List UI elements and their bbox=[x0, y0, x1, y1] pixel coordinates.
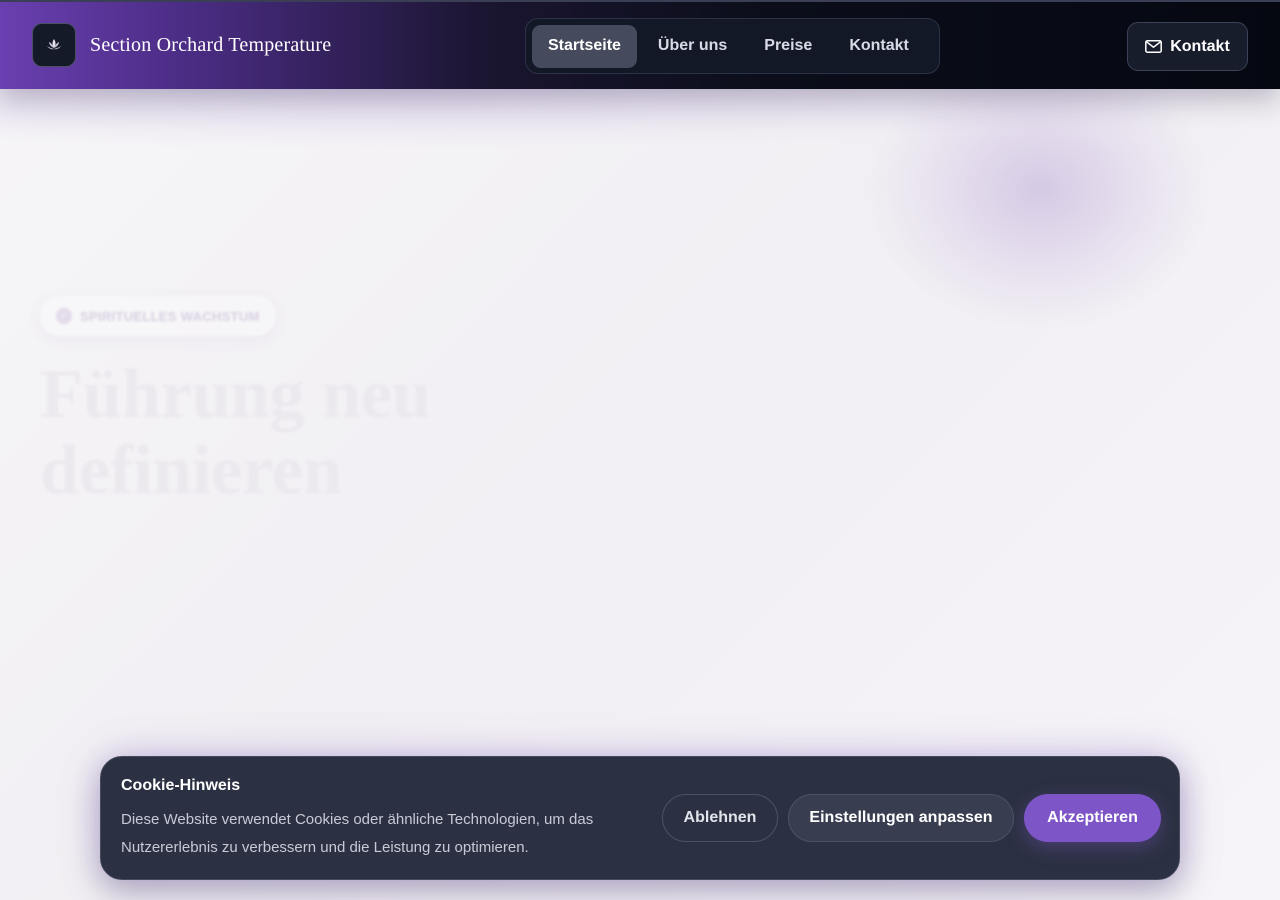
hero-title-line2: definieren bbox=[40, 432, 343, 509]
settings-button[interactable]: Einstellungen anpassen bbox=[788, 794, 1014, 842]
nav-item-kontakt[interactable]: Kontakt bbox=[833, 25, 925, 68]
hero-badge-label: SPIRITUELLES WACHSTUM bbox=[80, 308, 260, 324]
hero-title-line1: Führung neu bbox=[40, 356, 431, 433]
hero-glow-orb bbox=[870, 89, 1210, 329]
cookie-banner: Cookie-Hinweis Diese Website verwendet C… bbox=[100, 756, 1180, 880]
brand-name[interactable]: Section Orchard Temperature bbox=[90, 34, 331, 57]
decline-button[interactable]: Ablehnen bbox=[662, 794, 778, 842]
nav-item-ueber-uns[interactable]: Über uns bbox=[642, 25, 743, 68]
cookie-title: Cookie-Hinweis bbox=[121, 777, 241, 794]
lotus-icon bbox=[47, 39, 61, 50]
nav-item-preise[interactable]: Preise bbox=[748, 25, 828, 68]
site-header: Section Orchard Temperature Startseite Ü… bbox=[0, 0, 1280, 89]
contact-button[interactable]: Kontakt bbox=[1127, 22, 1248, 71]
check-circle-icon: ✓ bbox=[56, 308, 72, 324]
logo[interactable] bbox=[32, 23, 76, 67]
cookie-text: Diese Website verwendet Cookies oder ähn… bbox=[121, 811, 594, 856]
envelope-icon bbox=[1145, 40, 1163, 53]
main-nav: Startseite Über uns Preise Kontakt bbox=[525, 18, 940, 74]
hero-title: Führung neu definieren bbox=[40, 357, 600, 509]
accept-button[interactable]: Akzeptieren bbox=[1024, 794, 1161, 842]
brand[interactable]: Section Orchard Temperature bbox=[32, 22, 331, 68]
nav-item-startseite[interactable]: Startseite bbox=[532, 24, 637, 68]
contact-button-label: Kontakt bbox=[1170, 37, 1230, 55]
hero-badge: ✓ SPIRITUELLES WACHSTUM bbox=[40, 296, 276, 336]
